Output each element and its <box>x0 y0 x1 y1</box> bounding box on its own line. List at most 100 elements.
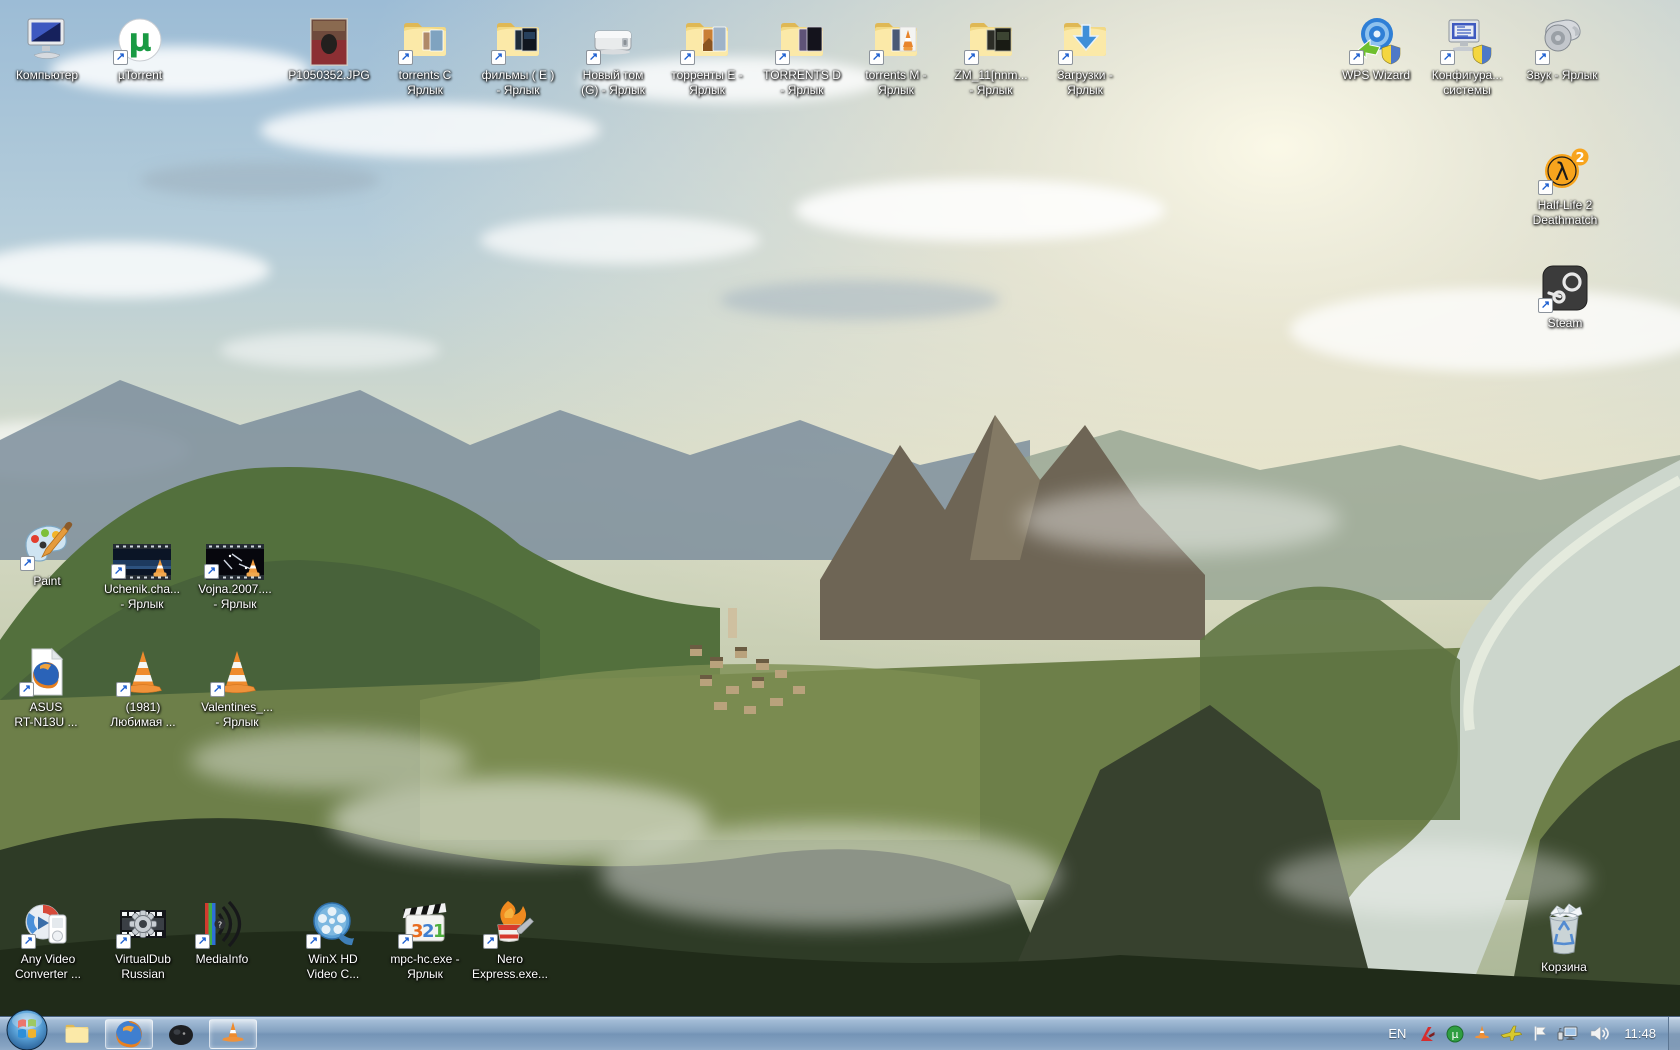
desktop-icon-valentines[interactable]: ↗Valentines_...- Ярлык <box>187 640 287 730</box>
zvuk-icon: ↗ <box>1536 8 1588 66</box>
desktop[interactable]: Компьютерµ↗µTorrentP1050352.JPG↗torrents… <box>0 0 1680 1050</box>
svg-text:1: 1 <box>433 921 446 942</box>
shortcut-arrow-icon: ↗ <box>195 934 210 949</box>
taskbar-button-firefox[interactable] <box>105 1019 153 1049</box>
icon-label: ZM_11[nnm...- Ярлык <box>954 68 1027 98</box>
airplane-icon <box>1500 1025 1522 1042</box>
tray-icon-vlc-tray[interactable] <box>1474 1025 1490 1042</box>
desktop-icon-utorrent[interactable]: µ↗µTorrent <box>90 8 190 83</box>
mpc-hc-icon: 321↗ <box>399 892 451 950</box>
svg-text:2: 2 <box>1575 151 1584 166</box>
shortcut-arrow-icon: ↗ <box>964 50 979 65</box>
desktop-icon-torrents-d[interactable]: ↗TORRENTS D- Ярлык <box>752 8 852 98</box>
icon-label: NeroExpress.exe... <box>472 952 548 982</box>
icon-label: WPS Wizard <box>1342 68 1410 83</box>
desktop-icon-asus-rt[interactable]: ↗ ASUSRT-N13U ... <box>0 640 96 730</box>
icon-label: VirtualDubRussian <box>115 952 171 982</box>
desktop-icon-torrenty-e[interactable]: ↗торренты E -Ярлык <box>657 8 757 98</box>
shortcut-arrow-icon: ↗ <box>775 50 790 65</box>
icon-label: Vojna.2007....- Ярлык <box>198 582 271 612</box>
computer-icon <box>21 8 73 66</box>
shortcut-arrow-icon: ↗ <box>1535 50 1550 65</box>
shortcut-arrow-icon: ↗ <box>113 50 128 65</box>
clock[interactable]: 11:48 <box>1624 1026 1656 1041</box>
dark-app-icon <box>167 1020 195 1048</box>
desktop-icon-zagruzki[interactable]: ↗Загрузки -Ярлык <box>1035 8 1135 98</box>
icon-label: Half-Life 2Deathmatch <box>1533 198 1598 228</box>
desktop-icon-vojna[interactable]: ↗Vojna.2007....- Ярлык <box>185 522 285 612</box>
desktop-icon-zvuk[interactable]: ↗ Звук - Ярлык <box>1512 8 1612 83</box>
shortcut-arrow-icon: ↗ <box>306 934 321 949</box>
taskbar-button-vlc-player[interactable] <box>209 1019 257 1049</box>
desktop-icon-recycle-bin[interactable]: Корзина <box>1514 894 1614 975</box>
desktop-icon-zm-11[interactable]: ↗ ZM_11[nnm...- Ярлык <box>941 8 1041 98</box>
desktop-icon-steam[interactable]: ↗Steam <box>1515 256 1615 331</box>
desktop-icon-mediainfo[interactable]: ?↗MediaInfo <box>172 892 272 967</box>
desktop-icon-lubimaya-1981[interactable]: ↗(1981)Любимая ... <box>93 640 193 730</box>
svg-text:?: ? <box>218 921 222 930</box>
shortcut-arrow-icon: ↗ <box>19 682 34 697</box>
windows-logo-icon <box>5 1008 49 1050</box>
desktop-icon-paint[interactable]: ↗Paint <box>0 508 97 589</box>
desktop-icon-winx-hd[interactable]: ↗WinX HDVideo C... <box>283 892 383 982</box>
icon-label: Конфигура...системы <box>1432 68 1502 98</box>
windows-explorer-icon <box>63 1020 91 1048</box>
desktop-icon-nero-express[interactable]: ↗NeroExpress.exe... <box>460 892 560 982</box>
shortcut-arrow-icon: ↗ <box>20 556 35 571</box>
icon-label: ASUSRT-N13U ... <box>14 700 77 730</box>
desktop-icon-layer: Компьютерµ↗µTorrentP1050352.JPG↗torrents… <box>0 0 1680 1016</box>
shortcut-arrow-icon: ↗ <box>1538 180 1553 195</box>
start-button[interactable] <box>5 1008 49 1050</box>
shortcut-arrow-icon: ↗ <box>398 50 413 65</box>
shortcut-arrow-icon: ↗ <box>398 934 413 949</box>
desktop-icon-uchenik[interactable]: ↗Uchenik.cha...- Ярлык <box>92 522 192 612</box>
filmy-e-icon: ↗ <box>492 8 544 66</box>
icon-label: P1050352.JPG <box>288 68 369 83</box>
tray-icon-airplane[interactable] <box>1500 1025 1522 1042</box>
tray-icon-volume[interactable] <box>1589 1025 1609 1042</box>
vlc-player-icon <box>220 1021 246 1047</box>
desktop-icon-any-video-converter[interactable]: ↗ Any VideoConverter ... <box>0 892 98 982</box>
shortcut-arrow-icon: ↗ <box>116 934 131 949</box>
tray-icons: µ <box>1414 1025 1614 1043</box>
taskbar-button-windows-explorer[interactable] <box>53 1019 101 1049</box>
tray-icon-utorrent-tray[interactable]: µ <box>1446 1025 1464 1043</box>
icon-label: µTorrent <box>118 68 162 83</box>
icon-label: Valentines_...- Ярлык <box>201 700 273 730</box>
shortcut-arrow-icon: ↗ <box>869 50 884 65</box>
tray-icon-kaspersky[interactable] <box>1419 1026 1436 1042</box>
desktop-icon-novyi-tom-g[interactable]: ↗Новый том(G) - Ярлык <box>563 8 663 98</box>
icon-label: фильмы ( E )- Ярлык <box>482 68 555 98</box>
desktop-icon-hl2dm[interactable]: λ2↗Half-Life 2Deathmatch <box>1515 138 1615 228</box>
icon-label: Загрузки -Ярлык <box>1057 68 1113 98</box>
action-center-flag-icon <box>1532 1025 1547 1042</box>
language-indicator[interactable]: EN <box>1388 1026 1406 1041</box>
icon-label: mpc-hc.exe -Ярлык <box>390 952 459 982</box>
uchenik-icon: ↗ <box>113 522 171 580</box>
volume-icon <box>1589 1025 1609 1042</box>
desktop-icon-sysconfig[interactable]: ↗Конфигура...системы <box>1417 8 1517 98</box>
taskbar-button-dark-app[interactable] <box>157 1019 205 1049</box>
desktop-icon-wps-wizard[interactable]: ↗WPS Wizard <box>1326 8 1426 83</box>
desktop-icon-computer[interactable]: Компьютер <box>0 8 97 83</box>
icon-label: Steam <box>1548 316 1583 331</box>
icon-label: Звук - Ярлык <box>1526 68 1597 83</box>
zm-11-icon: ↗ <box>965 8 1017 66</box>
show-desktop-button[interactable] <box>1668 1017 1680 1050</box>
tray-icon-action-center-flag[interactable] <box>1532 1025 1547 1042</box>
icon-label: torrents CЯрлык <box>399 68 452 98</box>
tray-icon-network[interactable] <box>1557 1025 1579 1042</box>
novyi-tom-g-icon: ↗ <box>587 8 639 66</box>
icon-label: Any VideoConverter ... <box>15 952 81 982</box>
torrents-c-icon: ↗ <box>399 8 451 66</box>
icon-label: торренты E -Ярлык <box>671 68 742 98</box>
desktop-icon-torrents-c[interactable]: ↗ torrents CЯрлык <box>375 8 475 98</box>
desktop-icon-filmy-e[interactable]: ↗фильмы ( E )- Ярлык <box>468 8 568 98</box>
any-video-converter-icon: ↗ <box>22 892 74 950</box>
winx-hd-icon: ↗ <box>307 892 359 950</box>
firefox-icon <box>114 1019 144 1049</box>
shortcut-arrow-icon: ↗ <box>21 934 36 949</box>
desktop-icon-p1050352[interactable]: P1050352.JPG <box>279 8 379 83</box>
mediainfo-icon: ?↗ <box>196 892 248 950</box>
desktop-icon-torrents-m[interactable]: ↗torrents M -Ярлык <box>846 8 946 98</box>
